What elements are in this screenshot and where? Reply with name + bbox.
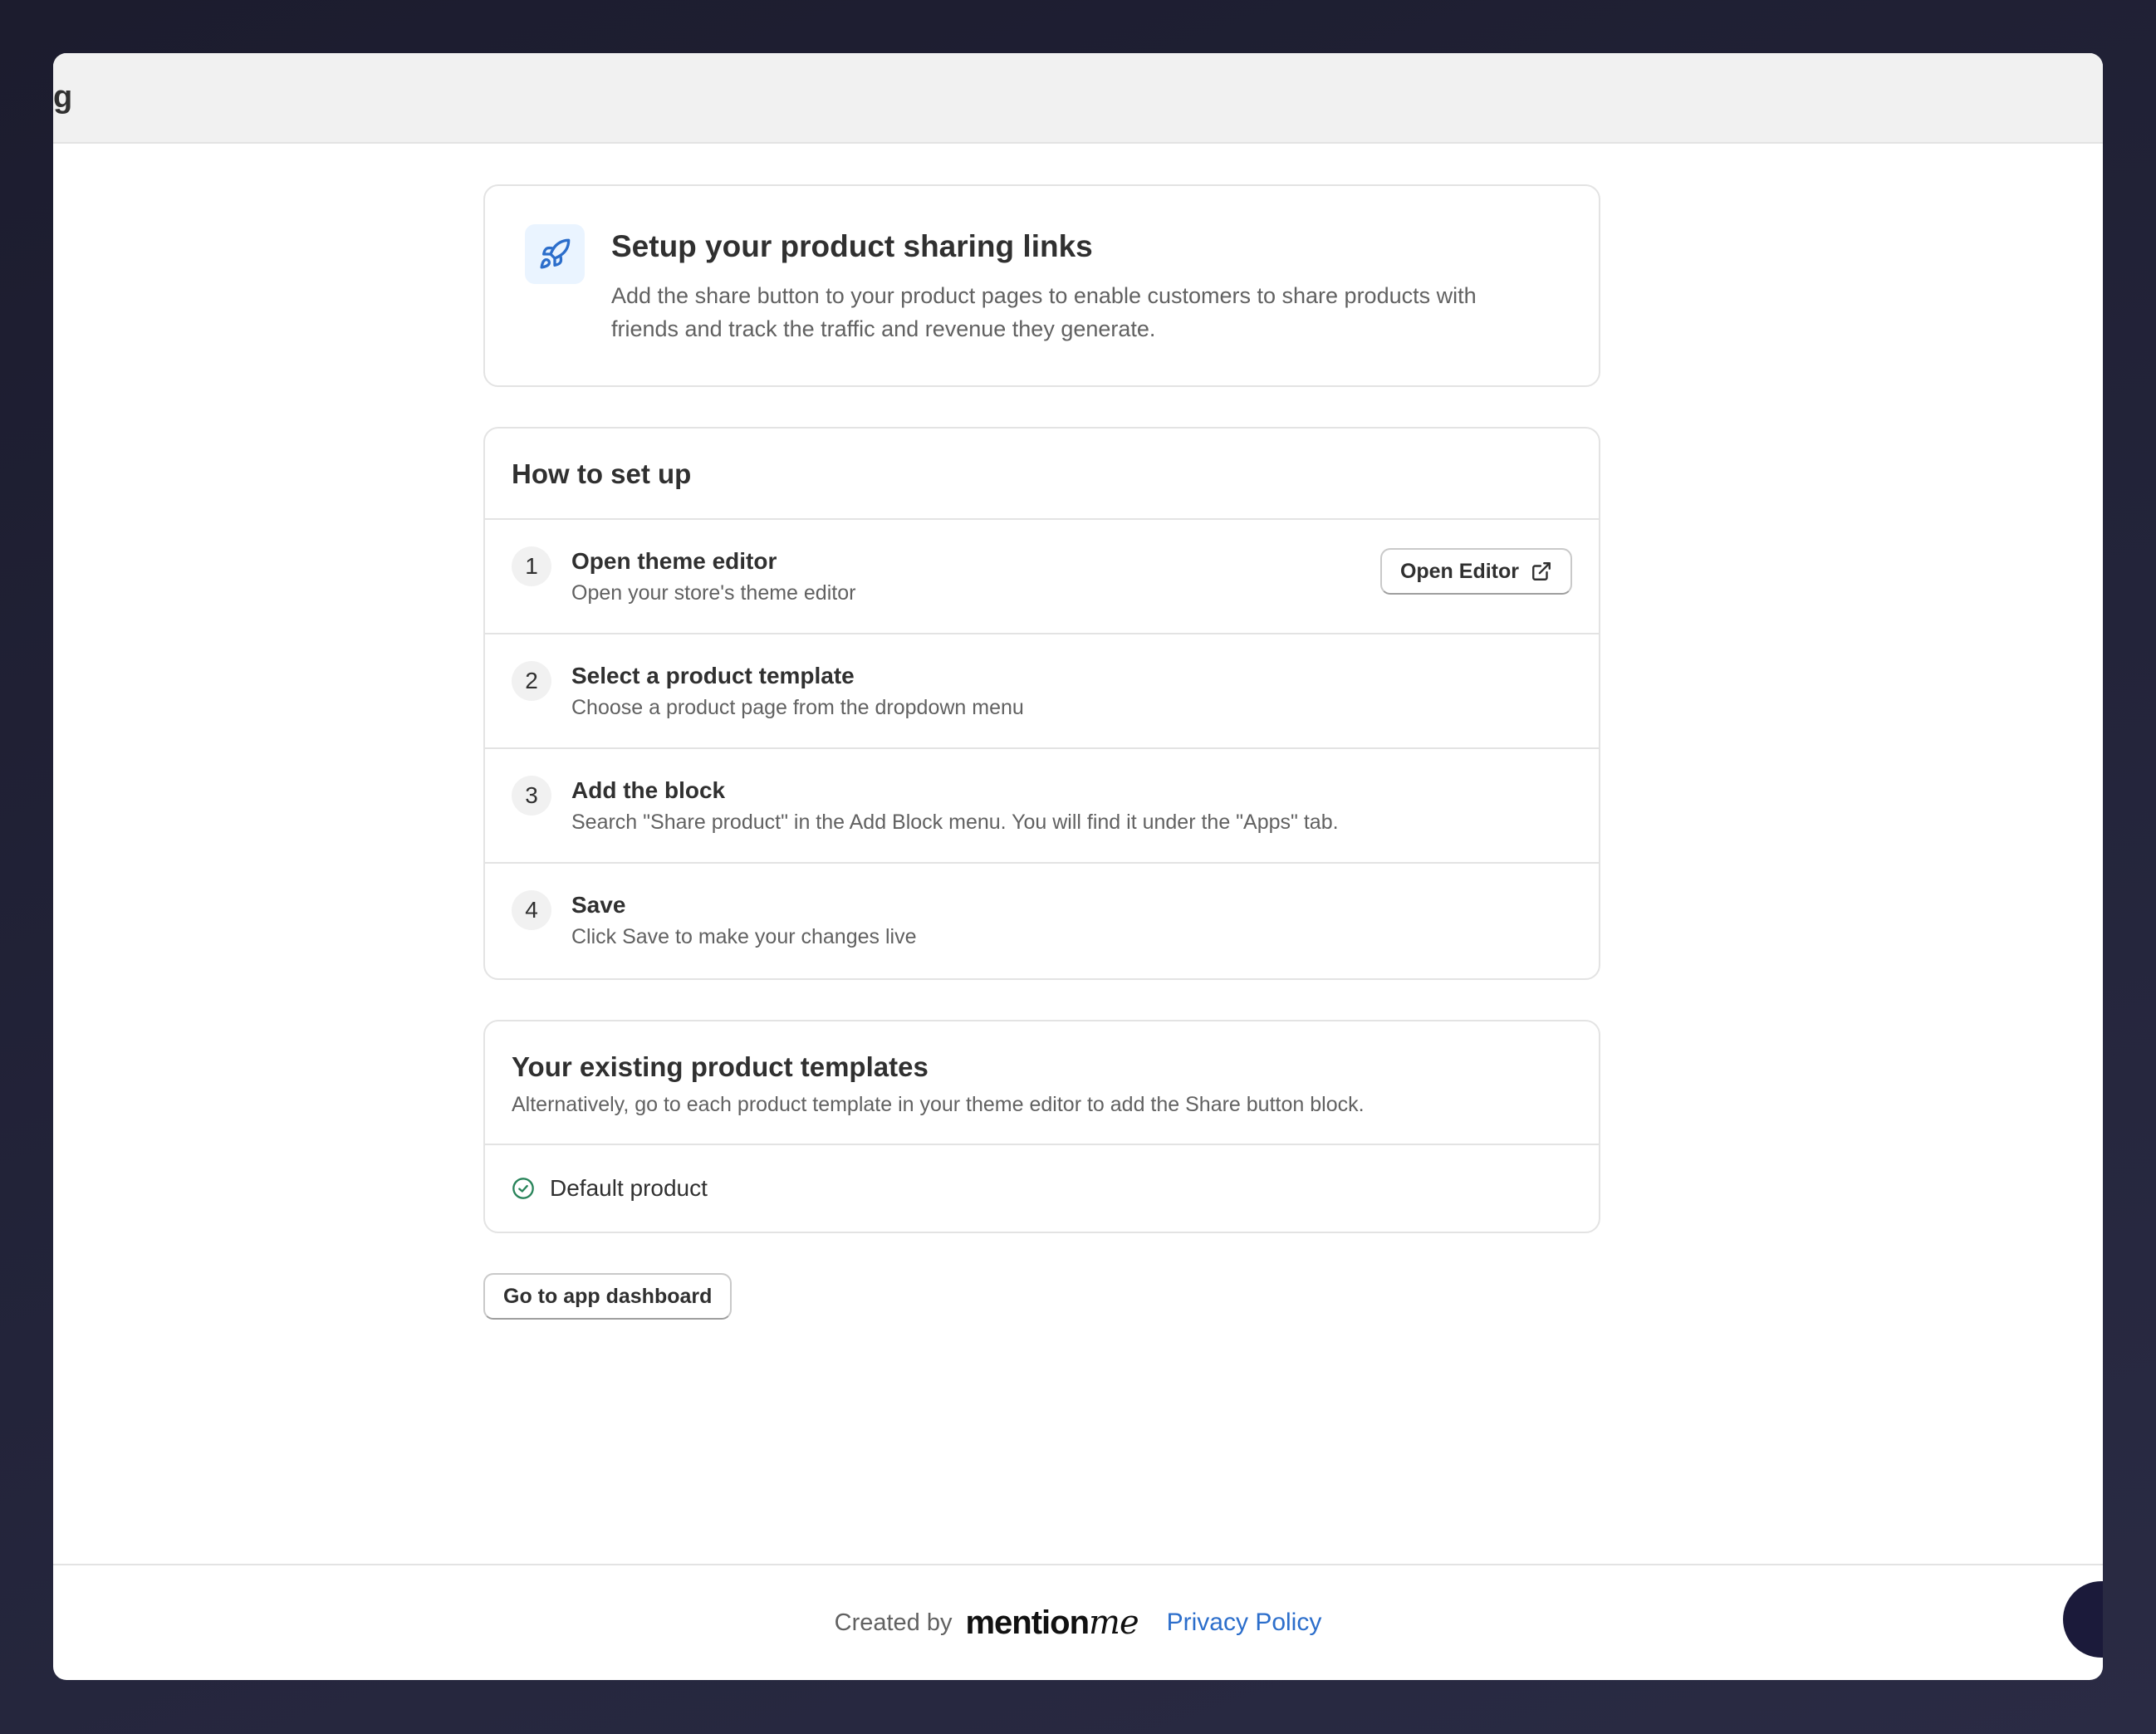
existing-templates-card: Your existing product templates Alternat… <box>483 1020 1600 1233</box>
created-by-text: Created by <box>834 1609 953 1636</box>
step-description: Choose a product page from the dropdown … <box>571 696 1024 719</box>
templates-title: Your existing product templates <box>512 1051 929 1082</box>
setup-step: 3 Add the block Search "Share product" i… <box>485 749 1599 864</box>
template-label: Default product <box>550 1175 708 1201</box>
setup-header: How to set up <box>485 429 1599 520</box>
step-number: 2 <box>512 661 551 701</box>
footer: Created by mentionme Privacy Policy <box>53 1564 2103 1680</box>
window-title: g <box>53 80 73 115</box>
external-link-icon <box>1532 562 1551 580</box>
rocket-icon <box>525 224 585 284</box>
step-number: 4 <box>512 890 551 930</box>
open-editor-label: Open Editor <box>1399 559 1519 583</box>
setup-step: 4 Save Click Save to make your changes l… <box>485 864 1599 978</box>
hero-title: Setup your product sharing links <box>611 229 1093 263</box>
setup-step: 1 Open theme editor Open your store's th… <box>485 520 1599 634</box>
hero-description: Add the share button to your product pag… <box>611 283 1477 341</box>
step-title: Add the block <box>571 777 726 803</box>
step-title: Open theme editor <box>571 548 777 574</box>
step-number: 3 <box>512 776 551 816</box>
go-to-dashboard-button[interactable]: Go to app dashboard <box>483 1273 733 1320</box>
check-circle-icon <box>512 1178 534 1199</box>
templates-header: Your existing product templates Alternat… <box>485 1021 1599 1145</box>
setup-hero-card: Setup your product sharing links Add the… <box>483 184 1600 387</box>
step-description: Click Save to make your changes live <box>571 925 917 948</box>
templates-subtitle: Alternatively, go to each product templa… <box>512 1093 1365 1116</box>
title-bar: g <box>53 53 2103 144</box>
step-title: Save <box>571 892 626 918</box>
template-item[interactable]: Default product <box>485 1145 1599 1232</box>
step-number: 1 <box>512 546 551 586</box>
app-window: g Setup your product sharing links Add t… <box>53 53 2103 1680</box>
privacy-policy-link[interactable]: Privacy Policy <box>1167 1609 1322 1637</box>
main-content: Setup your product sharing links Add the… <box>483 184 1600 1320</box>
step-description: Open your store's theme editor <box>571 581 856 605</box>
mentionme-logo: mentionme <box>965 1604 1139 1642</box>
step-description: Search "Share product" in the Add Block … <box>571 811 1339 834</box>
setup-step: 2 Select a product template Choose a pro… <box>485 634 1599 749</box>
setup-title: How to set up <box>512 458 692 489</box>
step-title: Select a product template <box>571 663 855 688</box>
how-to-setup-card: How to set up 1 Open theme editor Open y… <box>483 427 1600 980</box>
open-editor-button[interactable]: Open Editor <box>1379 548 1572 595</box>
